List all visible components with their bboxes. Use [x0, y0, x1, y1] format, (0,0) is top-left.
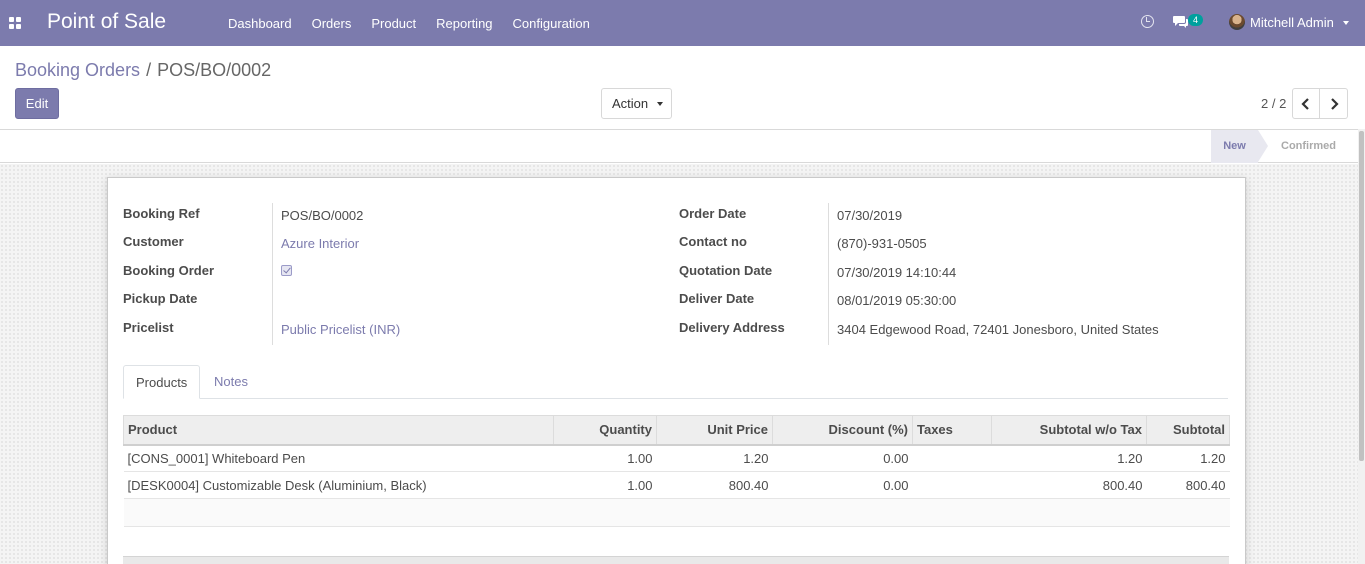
cell-quantity: 1.00: [553, 471, 657, 499]
label-booking-ref: Booking Ref: [123, 206, 200, 221]
cell-quantity: 1.00: [553, 444, 657, 472]
booking-order-checkbox[interactable]: [281, 265, 292, 276]
value-quotation-date: 07/30/2019 14:10:44: [837, 265, 957, 280]
menu-reporting[interactable]: Reporting: [426, 16, 502, 31]
label-quotation-date: Quotation Date: [679, 263, 773, 278]
cell-product: [CONS_0001] Whiteboard Pen: [123, 444, 554, 472]
pager-previous-button[interactable]: [1292, 88, 1320, 119]
edit-button[interactable]: Edit: [15, 88, 59, 119]
scrollbar-thumb[interactable]: [1359, 131, 1364, 461]
cell-taxes: [912, 444, 992, 472]
tabs-baseline: [123, 398, 1228, 399]
label-contact-no: Contact no: [679, 234, 747, 249]
menu-dashboard[interactable]: Dashboard: [218, 16, 302, 31]
value-order-date: 07/30/2019: [837, 208, 903, 223]
label-customer: Customer: [123, 234, 184, 249]
status-arrow: [1258, 130, 1268, 162]
action-caret-icon: [657, 102, 663, 106]
value-customer[interactable]: Azure Interior: [281, 236, 359, 251]
cell-discount: 0.00: [772, 444, 913, 472]
value-deliver-date: 08/01/2019 05:30:00: [837, 293, 957, 308]
cell-subtotal: 1.20: [1146, 444, 1230, 472]
product-lines-table: Product Quantity Unit Price Discount (%)…: [123, 415, 1230, 527]
cell-unit-price: 800.40: [656, 471, 773, 499]
col-product[interactable]: Product: [123, 415, 554, 446]
value-booking-ref: POS/BO/0002: [281, 208, 364, 223]
label-order-date: Order Date: [679, 206, 747, 221]
label-pricelist: Pricelist: [123, 320, 174, 335]
cell-product: [DESK0004] Customizable Desk (Aluminium,…: [123, 471, 554, 499]
pager-next-button[interactable]: [1320, 88, 1348, 119]
label-pickup-date: Pickup Date: [123, 291, 198, 306]
user-menu-caret-icon[interactable]: [1343, 21, 1349, 25]
cell-unit-price: 1.20: [656, 444, 773, 472]
activity-clock-icon[interactable]: [1141, 15, 1154, 28]
top-navbar: Point of Sale Dashboard Orders Product R…: [0, 0, 1365, 46]
col-quantity[interactable]: Quantity: [553, 415, 657, 446]
chevron-left-icon: [1301, 97, 1309, 110]
action-dropdown-button[interactable]: Action: [601, 88, 672, 119]
status-bar: New Confirmed: [0, 130, 1358, 163]
status-confirmed[interactable]: Confirmed: [1281, 130, 1336, 163]
col-subtotal-wo-tax[interactable]: Subtotal w/o Tax: [991, 415, 1147, 446]
cell-taxes: [912, 471, 992, 499]
col-discount[interactable]: Discount (%): [772, 415, 913, 446]
table-header-row: Product Quantity Unit Price Discount (%)…: [123, 415, 1230, 446]
menu-configuration[interactable]: Configuration: [503, 16, 600, 31]
cell-subtotal-wo-tax: 800.40: [991, 471, 1147, 499]
breadcrumb-parent[interactable]: Booking Orders: [15, 60, 140, 81]
cell-discount: 0.00: [772, 471, 913, 499]
col-subtotal[interactable]: Subtotal: [1146, 415, 1230, 446]
main-menu: Dashboard Orders Product Reporting Confi…: [218, 0, 600, 46]
label-delivery-address: Delivery Address: [679, 320, 785, 335]
value-contact-no: (870)-931-0505: [837, 236, 927, 251]
value-delivery-address: 3404 Edgewood Road, 72401 Jonesboro, Uni…: [837, 322, 1159, 337]
value-pricelist[interactable]: Public Pricelist (INR): [281, 322, 400, 337]
pager-value: 2 / 2: [1261, 96, 1287, 111]
table-row[interactable]: [DESK0004] Customizable Desk (Aluminium,…: [123, 471, 1230, 499]
user-name[interactable]: Mitchell Admin: [1250, 15, 1334, 30]
col-unit-price[interactable]: Unit Price: [656, 415, 773, 446]
left-field-divider: [272, 203, 273, 345]
table-row[interactable]: [CONS_0001] Whiteboard Pen 1.00 1.20 0.0…: [123, 444, 1230, 472]
empty-table-row: [123, 498, 1230, 527]
chat-icon[interactable]: [1173, 15, 1189, 28]
label-deliver-date: Deliver Date: [679, 291, 755, 306]
cell-subtotal-wo-tax: 1.20: [991, 444, 1147, 472]
tab-notes[interactable]: Notes: [202, 365, 260, 399]
action-label: Action: [612, 96, 649, 111]
col-taxes[interactable]: Taxes: [912, 415, 992, 446]
breadcrumb-current: POS/BO/0002: [157, 60, 272, 80]
right-field-divider: [828, 203, 829, 345]
breadcrumb: Booking Orders / POS/BO/0002: [15, 60, 271, 81]
cell-subtotal: 800.40: [1146, 471, 1230, 499]
app-brand[interactable]: Point of Sale: [47, 10, 166, 34]
status-new[interactable]: New: [1211, 130, 1258, 163]
menu-product[interactable]: Product: [361, 16, 426, 31]
table-footer: [123, 556, 1229, 564]
user-avatar[interactable]: [1229, 14, 1245, 30]
apps-menu-icon[interactable]: [9, 17, 21, 29]
chevron-right-icon: [1330, 97, 1339, 110]
breadcrumb-separator: /: [146, 60, 152, 80]
label-booking-order: Booking Order: [123, 263, 215, 278]
chat-count-badge: 4: [1188, 14, 1203, 26]
tab-products[interactable]: Products: [123, 365, 201, 399]
menu-orders[interactable]: Orders: [302, 16, 362, 31]
